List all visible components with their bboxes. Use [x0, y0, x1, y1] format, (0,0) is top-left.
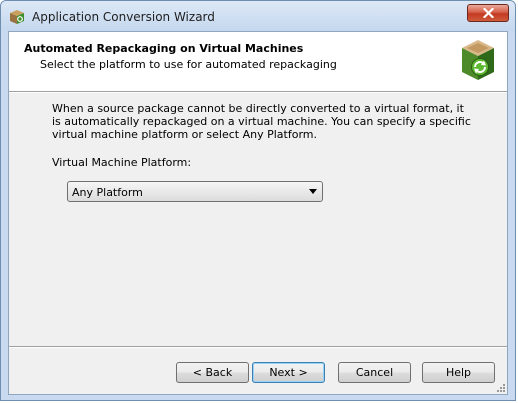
help-button[interactable]: Help — [422, 362, 495, 383]
wizard-app-icon — [9, 9, 25, 25]
platform-dropdown[interactable]: Any Platform — [67, 181, 323, 202]
resize-grip-icon[interactable] — [495, 382, 505, 392]
package-refresh-icon — [459, 38, 497, 82]
window-title: Application Conversion Wizard — [32, 10, 215, 24]
back-button[interactable]: < Back — [176, 362, 249, 383]
description-text: When a source package cannot be directly… — [52, 102, 471, 141]
header-divider — [9, 92, 507, 93]
page-title: Automated Repackaging on Virtual Machine… — [24, 42, 304, 55]
wizard-client-area: Automated Repackaging on Virtual Machine… — [8, 31, 508, 395]
close-icon — [483, 8, 494, 18]
title-bar[interactable]: Application Conversion Wizard — [1, 1, 515, 31]
footer-divider — [9, 346, 507, 348]
platform-selected-value: Any Platform — [72, 186, 143, 199]
wizard-window: Application Conversion Wizard Automated … — [0, 0, 516, 401]
next-button[interactable]: Next > — [252, 362, 325, 383]
chevron-down-icon — [309, 189, 317, 194]
cancel-button[interactable]: Cancel — [338, 362, 411, 383]
page-subtitle: Select the platform to use for automated… — [40, 58, 337, 71]
wizard-header: Automated Repackaging on Virtual Machine… — [9, 32, 507, 92]
close-button[interactable] — [467, 4, 509, 22]
platform-label: Virtual Machine Platform: — [52, 156, 192, 169]
